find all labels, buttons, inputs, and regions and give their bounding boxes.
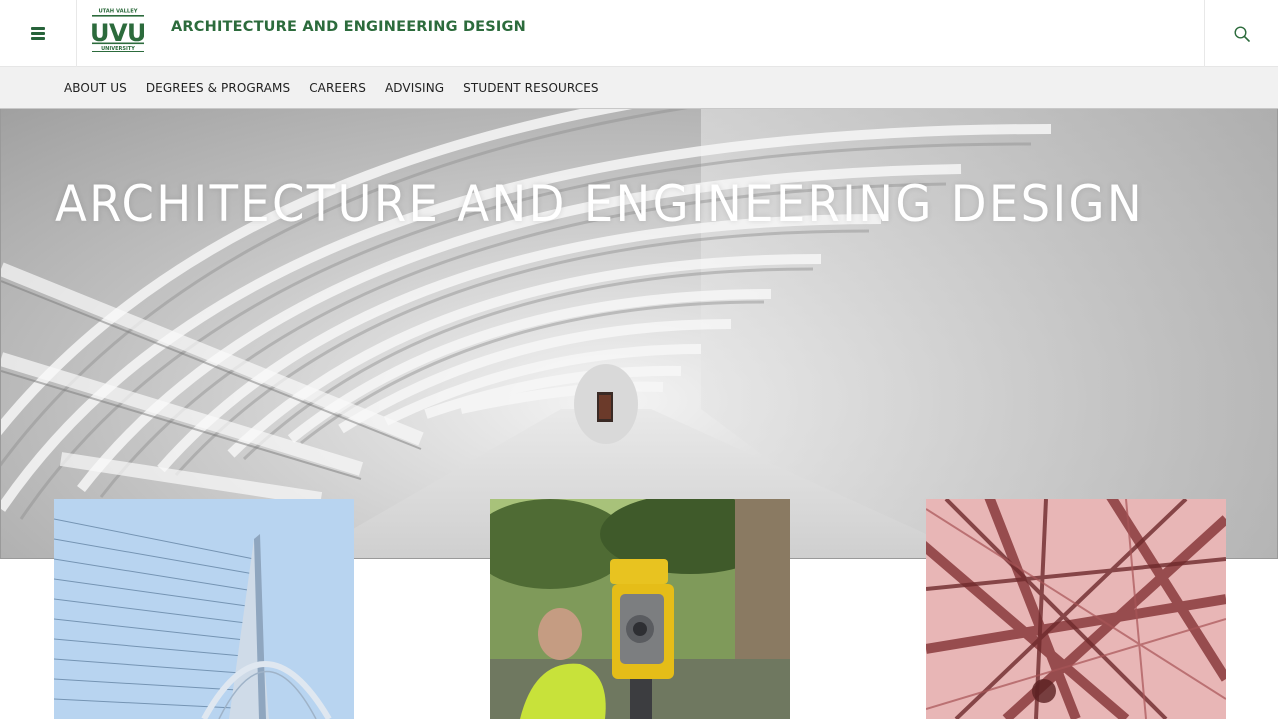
card-structures[interactable] bbox=[926, 499, 1226, 719]
site-header: UTAH VALLEY UVU UNIVERSITY ARCHITECTURE … bbox=[0, 0, 1278, 67]
hero-title: ARCHITECTURE AND ENGINEERING DESIGN bbox=[55, 175, 1144, 233]
card-surveying[interactable] bbox=[490, 499, 790, 719]
hero-banner: ARCHITECTURE AND ENGINEERING DESIGN bbox=[0, 109, 1278, 559]
svg-text:UTAH VALLEY: UTAH VALLEY bbox=[98, 9, 137, 15]
search-icon bbox=[1233, 25, 1250, 42]
nav-item-advising[interactable]: ADVISING bbox=[385, 81, 444, 95]
uvu-logo[interactable]: UTAH VALLEY UVU UNIVERSITY bbox=[90, 6, 147, 52]
nav-item-careers[interactable]: CAREERS bbox=[309, 81, 366, 95]
menu-button[interactable] bbox=[0, 0, 77, 67]
nav-item-student-resources[interactable]: STUDENT RESOURCES bbox=[463, 81, 598, 95]
main-navigation: ABOUT US DEGREES & PROGRAMS CAREERS ADVI… bbox=[0, 67, 1278, 109]
search-button[interactable] bbox=[1204, 0, 1278, 67]
hamburger-menu-icon bbox=[31, 27, 45, 40]
surveyor-total-station-photo bbox=[490, 499, 790, 719]
nav-item-about-us[interactable]: ABOUT US bbox=[64, 81, 127, 95]
nav-item-degrees-programs[interactable]: DEGREES & PROGRAMS bbox=[146, 81, 290, 95]
cable-bridge-photo bbox=[54, 499, 354, 719]
card-bridge[interactable] bbox=[54, 499, 354, 719]
site-title-link[interactable]: ARCHITECTURE AND ENGINEERING DESIGN bbox=[171, 19, 526, 35]
steel-beams-photo bbox=[926, 499, 1226, 719]
